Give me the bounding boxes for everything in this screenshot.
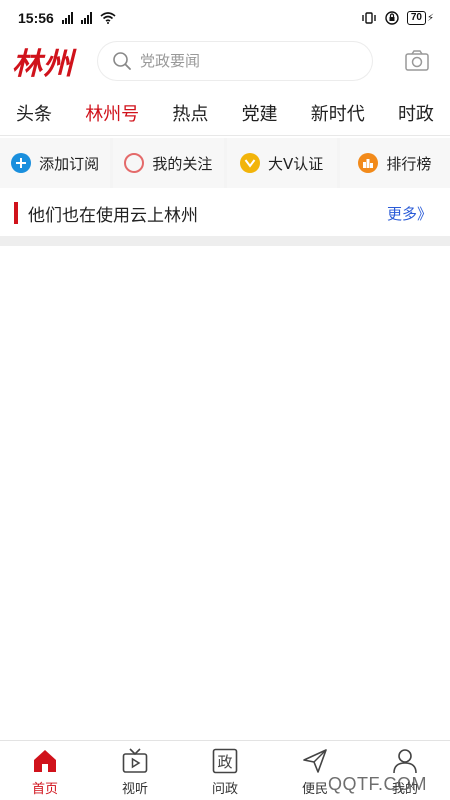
tab-xinshidai[interactable]: 新时代 <box>311 100 365 126</box>
channel-tabs: 头条 林州号 热点 党建 新时代 时政 <box>0 90 450 136</box>
camera-icon[interactable] <box>404 49 430 73</box>
lock-rotation-icon <box>385 11 399 25</box>
nav-wenzheng[interactable]: 政 问政 <box>180 741 270 800</box>
tv-play-icon <box>122 748 148 773</box>
wifi-icon <box>100 12 116 24</box>
add-subscription-button[interactable]: 添加订阅 <box>0 138 111 188</box>
ranking-label: 排行榜 <box>386 154 432 173</box>
quick-actions: 添加订阅 我的关注 大V认证 排行榜 <box>0 138 450 188</box>
my-follows-label: 我的关注 <box>152 154 213 173</box>
plus-circle-icon <box>11 153 32 173</box>
bar-chart-icon <box>358 153 379 173</box>
nav-home-label: 首页 <box>31 782 58 797</box>
ranking-button[interactable]: 排行榜 <box>339 138 450 188</box>
bigv-verify-button[interactable]: 大V认证 <box>226 138 337 188</box>
ring-icon <box>124 153 145 173</box>
status-bar: 15:56 70 ⚡ <box>0 0 450 36</box>
section-accent-bar <box>14 202 18 224</box>
bigv-verify-label: 大V认证 <box>267 154 324 173</box>
app-logo[interactable]: 林州 <box>12 39 80 83</box>
zheng-icon: 政 <box>212 748 238 774</box>
nav-wenzheng-label: 问政 <box>211 782 238 797</box>
vibrate-icon <box>362 12 376 24</box>
signal-icon <box>61 12 73 24</box>
more-link[interactable]: 更多》 <box>387 203 432 224</box>
charging-icon: ⚡ <box>426 12 434 24</box>
tab-redian[interactable]: 热点 <box>172 100 208 126</box>
home-icon <box>34 750 56 772</box>
search-input[interactable] <box>140 52 340 70</box>
paper-plane-icon <box>303 749 327 773</box>
signal-icon-2 <box>80 12 92 24</box>
zheng-glyph: 政 <box>217 753 232 771</box>
tab-toutiao[interactable]: 头条 <box>16 100 52 126</box>
app-header: 林州 <box>0 36 450 86</box>
user-icon <box>393 749 417 774</box>
nav-video-label: 视听 <box>121 782 148 797</box>
my-follows-button[interactable]: 我的关注 <box>113 138 224 188</box>
search-icon <box>113 52 131 70</box>
tab-shizheng[interactable]: 时政 <box>398 100 434 126</box>
section-divider <box>0 236 450 246</box>
watermark: QQTF.COM <box>328 774 427 794</box>
search-bar[interactable] <box>98 42 372 80</box>
battery-icon: 70 ⚡ <box>406 11 434 25</box>
status-time: 15:56 <box>18 10 54 26</box>
add-subscription-label: 添加订阅 <box>39 154 100 173</box>
nav-video[interactable]: 视听 <box>90 741 180 800</box>
nav-bianmin-label: 便民 <box>301 782 328 797</box>
recommend-section-header: 他们也在使用云上林州 更多》 <box>0 190 450 236</box>
tab-linzhouhao[interactable]: 林州号 <box>85 100 139 126</box>
nav-home[interactable]: 首页 <box>0 741 90 800</box>
check-circle-icon <box>239 153 260 173</box>
tab-dangjian[interactable]: 党建 <box>242 100 278 126</box>
section-title: 他们也在使用云上林州 <box>28 205 198 226</box>
battery-level: 70 <box>406 11 426 25</box>
